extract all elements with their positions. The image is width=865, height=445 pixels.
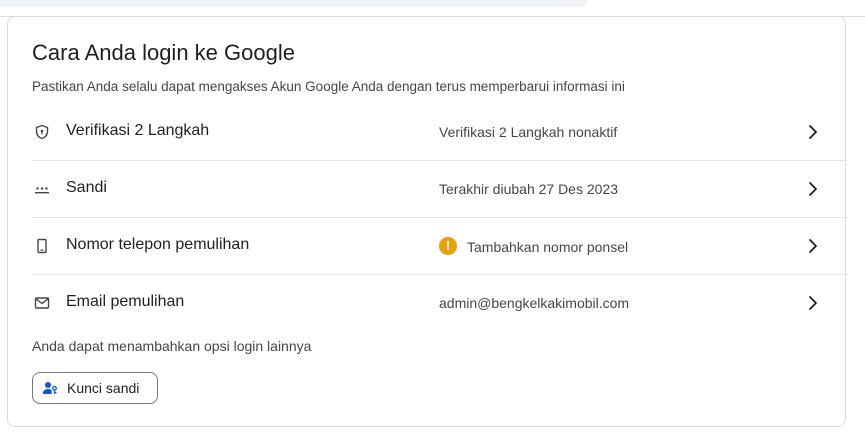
more-options-text: Anda dapat menambahkan opsi login lainny…: [32, 338, 312, 354]
card-subtitle: Pastikan Anda selalu dapat mengakses Aku…: [32, 79, 625, 94]
top-bar: [0, 0, 865, 17]
row-label: Nomor telepon pemulihan: [66, 236, 250, 253]
row-2-step-verification[interactable]: Verifikasi 2 Langkah Verifikasi 2 Langka…: [32, 104, 847, 161]
row-value: ! Tambahkan nomor ponsel: [439, 237, 629, 255]
mail-icon: [34, 295, 50, 311]
row-password[interactable]: Sandi Terakhir diubah 27 Des 2023: [32, 161, 847, 218]
password-dots-icon: [34, 181, 50, 197]
row-value-text: Verifikasi 2 Langkah nonaktif: [439, 124, 618, 140]
row-value-text: admin@bengkelkakimobil.com: [439, 295, 630, 311]
warning-icon: !: [439, 237, 457, 255]
phone-icon: [34, 238, 50, 254]
row-label: Verifikasi 2 Langkah: [66, 122, 210, 139]
signin-options-list: Verifikasi 2 Langkah Verifikasi 2 Langka…: [32, 104, 847, 331]
chevron-right-icon: [803, 293, 823, 313]
chevron-right-icon: [803, 179, 823, 199]
chevron-right-icon: [803, 236, 823, 256]
row-value: Terakhir diubah 27 Des 2023: [439, 181, 618, 197]
row-value: admin@bengkelkakimobil.com: [439, 295, 629, 311]
row-value-text: Tambahkan nomor ponsel: [467, 238, 629, 255]
row-recovery-phone[interactable]: Nomor telepon pemulihan ! Tambahkan nomo…: [32, 218, 847, 275]
passkey-icon: [42, 380, 58, 396]
row-recovery-email[interactable]: Email pemulihan admin@bengkelkakimobil.c…: [32, 275, 847, 331]
row-label: Email pemulihan: [66, 293, 185, 310]
passkey-button[interactable]: Kunci sandi: [32, 372, 158, 404]
row-value: Verifikasi 2 Langkah nonaktif: [439, 124, 617, 140]
signin-methods-card: Cara Anda login ke Google Pastikan Anda …: [7, 16, 847, 427]
search-bar-edge[interactable]: [0, 0, 588, 7]
row-label: Sandi: [66, 179, 107, 196]
row-value-text: Terakhir diubah 27 Des 2023: [439, 181, 619, 197]
chevron-right-icon: [803, 122, 823, 142]
card-title: Cara Anda login ke Google: [32, 40, 295, 65]
shield-icon: [34, 124, 50, 140]
passkey-button-label: Kunci sandi: [67, 380, 140, 396]
